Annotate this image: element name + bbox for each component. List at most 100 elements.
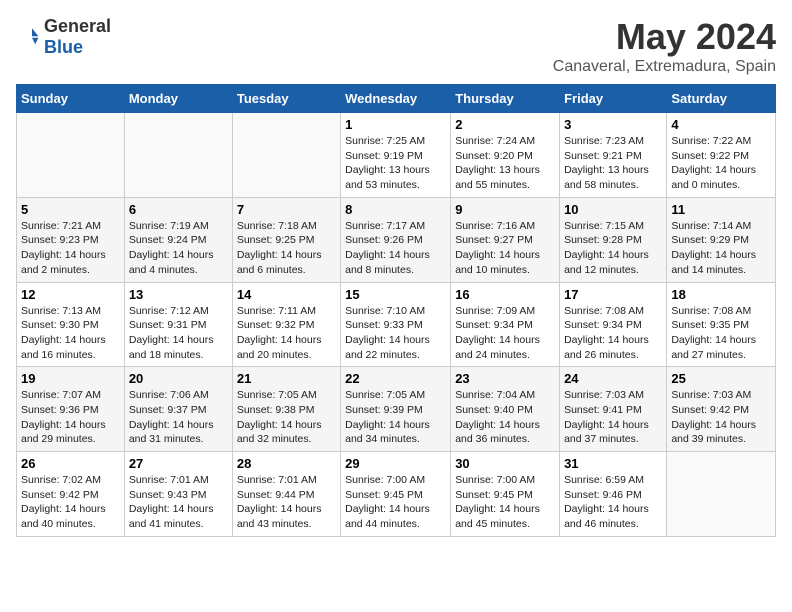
page-header: General Blue May 2024 Canaveral, Extrema… <box>16 16 776 76</box>
day-info: Sunrise: 7:02 AM Sunset: 9:42 PM Dayligh… <box>21 473 120 532</box>
weekday-header: Monday <box>124 85 232 113</box>
calendar-cell: 23Sunrise: 7:04 AM Sunset: 9:40 PM Dayli… <box>451 367 560 452</box>
day-info: Sunrise: 7:22 AM Sunset: 9:22 PM Dayligh… <box>671 134 771 193</box>
calendar-cell: 3Sunrise: 7:23 AM Sunset: 9:21 PM Daylig… <box>560 113 667 198</box>
calendar-cell: 14 Sunrise: 7:11 AM Sunset: 9:32 PM Dayli… <box>232 282 340 367</box>
day-number: 30 <box>455 456 555 471</box>
calendar-cell <box>667 452 776 537</box>
logo-general: General <box>44 16 111 36</box>
calendar-cell: 10Sunrise: 7:15 AM Sunset: 9:28 PM Dayli… <box>560 197 667 282</box>
calendar-cell: 5Sunrise: 7:21 AM Sunset: 9:23 PM Daylig… <box>17 197 125 282</box>
day-info: Sunrise: 7:08 AM Sunset: 9:34 PM Dayligh… <box>564 304 662 363</box>
weekday-header: Friday <box>560 85 667 113</box>
day-info: Sunrise: 7:00 AM Sunset: 9:45 PM Dayligh… <box>345 473 446 532</box>
calendar-cell: 22Sunrise: 7:05 AM Sunset: 9:39 PM Dayli… <box>341 367 451 452</box>
calendar-header: SundayMondayTuesdayWednesdayThursdayFrid… <box>17 85 776 113</box>
day-info: Sunrise: 7:17 AM Sunset: 9:26 PM Dayligh… <box>345 219 446 278</box>
day-info: Sunrise: 7:03 AM Sunset: 9:41 PM Dayligh… <box>564 388 662 447</box>
day-number: 18 <box>671 287 771 302</box>
day-number: 8 <box>345 202 446 217</box>
day-info: Sunrise: 7:00 AM Sunset: 9:45 PM Dayligh… <box>455 473 555 532</box>
calendar-cell: 4 Sunrise: 7:22 AM Sunset: 9:22 PM Daylig… <box>667 113 776 198</box>
day-number: 4 <box>671 117 771 132</box>
weekday-header: Sunday <box>17 85 125 113</box>
day-info: Sunrise: 7:25 AM Sunset: 9:19 PM Dayligh… <box>345 134 446 193</box>
calendar-cell: 19 Sunrise: 7:07 AM Sunset: 9:36 PM Dayli… <box>17 367 125 452</box>
weekday-header: Saturday <box>667 85 776 113</box>
location-title: Canaveral, Extremadura, Spain <box>553 58 776 76</box>
day-info: Sunrise: 7:07 AM Sunset: 9:36 PM Dayligh… <box>21 388 120 447</box>
day-info: Sunrise: 7:01 AM Sunset: 9:44 PM Dayligh… <box>237 473 336 532</box>
day-number: 5 <box>21 202 120 217</box>
day-number: 19 <box>21 371 120 386</box>
month-title: May 2024 <box>553 16 776 58</box>
calendar-cell: 15 Sunrise: 7:10 AM Sunset: 9:33 PM Dayli… <box>341 282 451 367</box>
day-info: Sunrise: 7:04 AM Sunset: 9:40 PM Dayligh… <box>455 388 555 447</box>
day-number: 11 <box>671 202 771 217</box>
logo-text: General Blue <box>44 16 111 58</box>
day-info: Sunrise: 7:08 AM Sunset: 9:35 PM Dayligh… <box>671 304 771 363</box>
day-info: Sunrise: 7:06 AM Sunset: 9:37 PM Dayligh… <box>129 388 228 447</box>
logo-blue: Blue <box>44 37 83 57</box>
calendar-cell: 27Sunrise: 7:01 AM Sunset: 9:43 PM Dayli… <box>124 452 232 537</box>
day-info: Sunrise: 7:03 AM Sunset: 9:42 PM Dayligh… <box>671 388 771 447</box>
calendar-cell: 8 Sunrise: 7:17 AM Sunset: 9:26 PM Daylig… <box>341 197 451 282</box>
day-number: 2 <box>455 117 555 132</box>
day-info: Sunrise: 7:18 AM Sunset: 9:25 PM Dayligh… <box>237 219 336 278</box>
weekday-row: SundayMondayTuesdayWednesdayThursdayFrid… <box>17 85 776 113</box>
day-number: 26 <box>21 456 120 471</box>
calendar-cell <box>124 113 232 198</box>
calendar-cell <box>17 113 125 198</box>
day-number: 16 <box>455 287 555 302</box>
day-number: 29 <box>345 456 446 471</box>
weekday-header: Tuesday <box>232 85 340 113</box>
calendar-cell: 13 Sunrise: 7:12 AM Sunset: 9:31 PM Dayli… <box>124 282 232 367</box>
weekday-header: Thursday <box>451 85 560 113</box>
calendar-cell: 12Sunrise: 7:13 AM Sunset: 9:30 PM Dayli… <box>17 282 125 367</box>
calendar-cell: 7 Sunrise: 7:18 AM Sunset: 9:25 PM Daylig… <box>232 197 340 282</box>
calendar-week-row: 19 Sunrise: 7:07 AM Sunset: 9:36 PM Dayli… <box>17 367 776 452</box>
title-block: May 2024 Canaveral, Extremadura, Spain <box>553 16 776 76</box>
day-number: 22 <box>345 371 446 386</box>
day-number: 12 <box>21 287 120 302</box>
day-number: 25 <box>671 371 771 386</box>
calendar-week-row: 12Sunrise: 7:13 AM Sunset: 9:30 PM Dayli… <box>17 282 776 367</box>
day-number: 20 <box>129 371 228 386</box>
calendar-cell: 20 Sunrise: 7:06 AM Sunset: 9:37 PM Dayli… <box>124 367 232 452</box>
day-number: 3 <box>564 117 662 132</box>
day-number: 24 <box>564 371 662 386</box>
calendar-cell: 31Sunrise: 6:59 AM Sunset: 9:46 PM Dayli… <box>560 452 667 537</box>
calendar-table: SundayMondayTuesdayWednesdayThursdayFrid… <box>16 84 776 537</box>
calendar-cell: 26 Sunrise: 7:02 AM Sunset: 9:42 PM Dayli… <box>17 452 125 537</box>
day-number: 15 <box>345 287 446 302</box>
day-number: 6 <box>129 202 228 217</box>
day-number: 13 <box>129 287 228 302</box>
logo: General Blue <box>16 16 111 58</box>
day-number: 17 <box>564 287 662 302</box>
calendar-cell: 28Sunrise: 7:01 AM Sunset: 9:44 PM Dayli… <box>232 452 340 537</box>
day-info: Sunrise: 7:10 AM Sunset: 9:33 PM Dayligh… <box>345 304 446 363</box>
calendar-week-row: 26 Sunrise: 7:02 AM Sunset: 9:42 PM Dayli… <box>17 452 776 537</box>
calendar-cell: 17 Sunrise: 7:08 AM Sunset: 9:34 PM Dayli… <box>560 282 667 367</box>
calendar-cell: 18 Sunrise: 7:08 AM Sunset: 9:35 PM Dayli… <box>667 282 776 367</box>
day-info: Sunrise: 7:15 AM Sunset: 9:28 PM Dayligh… <box>564 219 662 278</box>
day-info: Sunrise: 6:59 AM Sunset: 9:46 PM Dayligh… <box>564 473 662 532</box>
day-number: 14 <box>237 287 336 302</box>
day-info: Sunrise: 7:14 AM Sunset: 9:29 PM Dayligh… <box>671 219 771 278</box>
calendar-cell: 2Sunrise: 7:24 AM Sunset: 9:20 PM Daylig… <box>451 113 560 198</box>
day-info: Sunrise: 7:09 AM Sunset: 9:34 PM Dayligh… <box>455 304 555 363</box>
day-number: 21 <box>237 371 336 386</box>
day-number: 9 <box>455 202 555 217</box>
day-info: Sunrise: 7:01 AM Sunset: 9:43 PM Dayligh… <box>129 473 228 532</box>
day-info: Sunrise: 7:11 AM Sunset: 9:32 PM Dayligh… <box>237 304 336 363</box>
calendar-body: 1Sunrise: 7:25 AM Sunset: 9:19 PM Daylig… <box>17 113 776 537</box>
day-info: Sunrise: 7:12 AM Sunset: 9:31 PM Dayligh… <box>129 304 228 363</box>
calendar-cell: 6 Sunrise: 7:19 AM Sunset: 9:24 PM Daylig… <box>124 197 232 282</box>
calendar-cell: 1Sunrise: 7:25 AM Sunset: 9:19 PM Daylig… <box>341 113 451 198</box>
calendar-cell: 29 Sunrise: 7:00 AM Sunset: 9:45 PM Dayli… <box>341 452 451 537</box>
calendar-cell <box>232 113 340 198</box>
day-number: 7 <box>237 202 336 217</box>
day-info: Sunrise: 7:19 AM Sunset: 9:24 PM Dayligh… <box>129 219 228 278</box>
day-info: Sunrise: 7:16 AM Sunset: 9:27 PM Dayligh… <box>455 219 555 278</box>
calendar-cell: 16 Sunrise: 7:09 AM Sunset: 9:34 PM Dayli… <box>451 282 560 367</box>
